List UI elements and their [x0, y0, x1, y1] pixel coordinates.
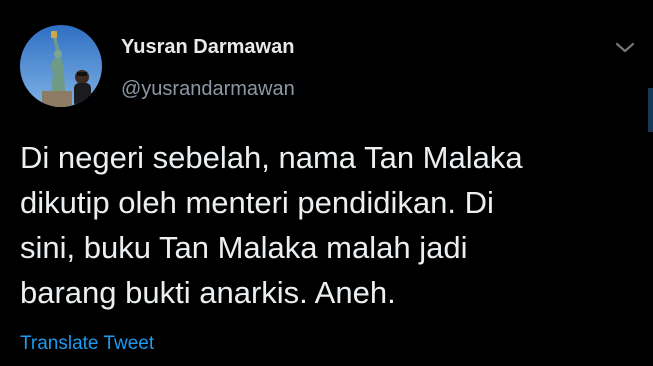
tweet-text-line: barang bukti anarkis. Aneh.: [20, 275, 396, 310]
tweet-text-line: dikutip oleh menteri pendidikan. Di: [20, 185, 494, 220]
tweet-text-line: sini, buku Tan Malaka malah jadi: [20, 230, 468, 265]
tweet-menu-button[interactable]: [614, 40, 636, 56]
tweet-card: Yusran Darmawan @yusrandarmawan Di neger…: [0, 0, 653, 366]
chevron-down-icon: [615, 42, 635, 53]
avatar[interactable]: [20, 25, 102, 107]
tweet-text: Di negeri sebelah, nama Tan Malaka dikut…: [20, 135, 630, 315]
author-display-name[interactable]: Yusran Darmawan: [121, 36, 294, 59]
avatar-photo-icon: [20, 25, 102, 107]
translate-tweet-link[interactable]: Translate Tweet: [20, 333, 154, 355]
author-handle[interactable]: @yusrandarmawan: [121, 78, 295, 101]
tweet-text-line: Di negeri sebelah, nama Tan Malaka: [20, 140, 523, 175]
adjacent-element-edge: [648, 88, 653, 132]
